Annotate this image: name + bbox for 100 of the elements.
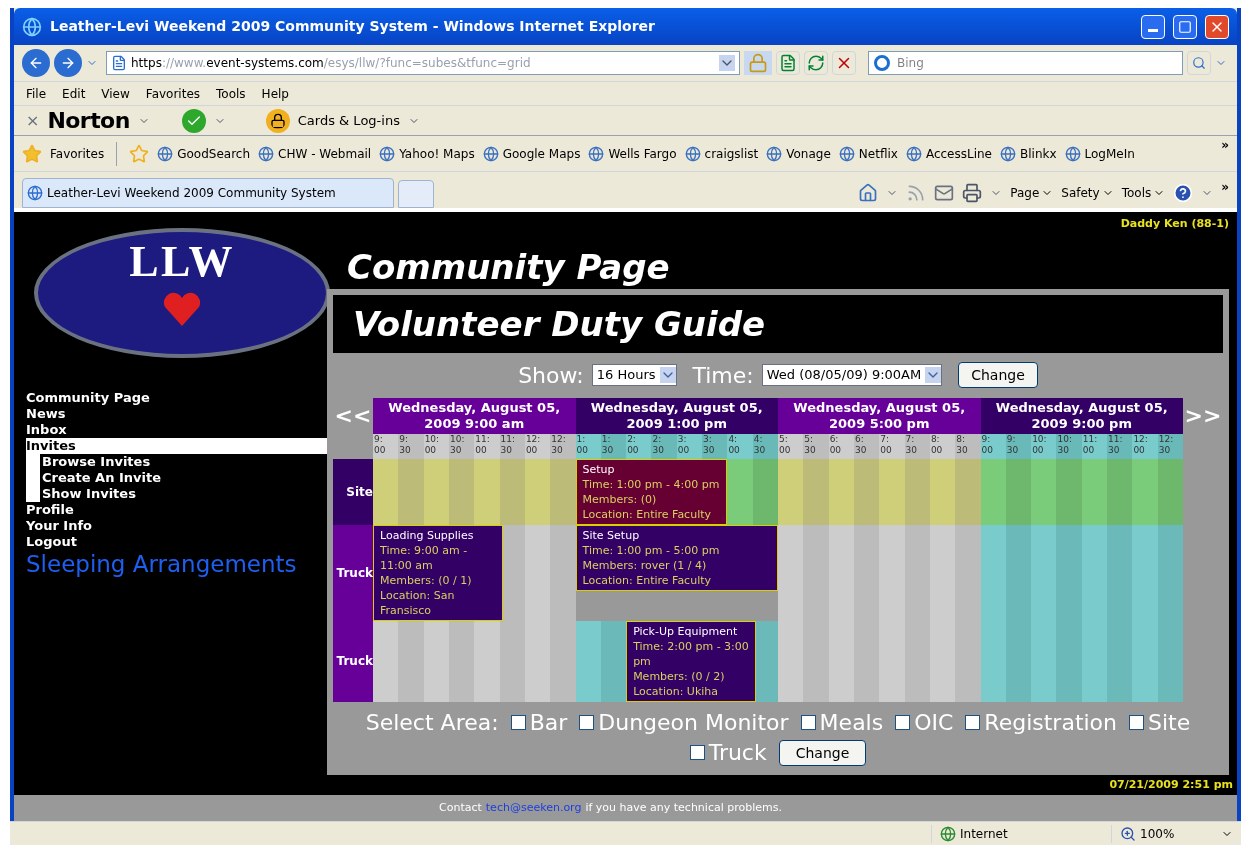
area-label: Truck	[333, 524, 373, 621]
favorite-link[interactable]: Yahoo! Maps	[379, 144, 475, 163]
time-slot-label: 11: 00	[474, 433, 500, 459]
browser-tab[interactable]: Leather-Levi Weekend 2009 Community System	[22, 178, 394, 208]
time-slot-label: 8: 30	[955, 433, 981, 459]
event-detail: Members: (0 / 1)	[380, 572, 473, 588]
event-detail: Location: Entire Faculty	[582, 506, 713, 522]
area-option: Truck	[708, 737, 767, 768]
event-detail: Members: (0)	[582, 491, 658, 507]
favorite-link[interactable]: Wells Fargo	[588, 144, 677, 163]
nav-link[interactable]: Logout	[26, 534, 327, 550]
duty-event[interactable]: Pick-Up Equipment Time: 2:00 pm - 3:00 pm Members: (0 / 2) Location: Ukiha	[626, 620, 757, 702]
time-slot-label: 9: 30	[398, 433, 424, 459]
event-title: Setup	[582, 461, 616, 477]
area-change-button[interactable]: Change	[778, 739, 867, 766]
area-option: Registration	[984, 707, 1118, 738]
nav-link[interactable]: Profile	[26, 502, 327, 518]
day-header: Wednesday, August 05, 2009 1:00 pm	[575, 397, 778, 434]
time-slot-label: 5: 00	[778, 433, 804, 459]
menu-item[interactable]: Favorites	[145, 84, 201, 103]
contact-text: Contact tech@seeken.org if you have any technical problems.	[14, 795, 1237, 821]
menu-item[interactable]: File	[26, 84, 47, 103]
event-time: Time: 1:00 pm - 4:00 pm	[582, 476, 721, 492]
area-option: OIC	[914, 707, 954, 738]
more-chevron[interactable]: »	[1221, 136, 1229, 154]
event-detail: Members: (0 / 2)	[633, 668, 726, 684]
event-time: Time: 2:00 pm - 3:00 pm	[633, 638, 750, 669]
tab-title: Leather-Levi Weekend 2009 Community System	[47, 185, 336, 202]
day-header: Wednesday, August 05, 2009 9:00 am	[373, 397, 576, 434]
time-slot-label: 3: 30	[702, 433, 728, 459]
time-slot-label: 7: 00	[879, 433, 905, 459]
favorite-link[interactable]: Blinkx	[1000, 144, 1057, 163]
area-label: Truck	[333, 620, 373, 702]
window-title: Leather-Levi Weekend 2009 Community System - Windows Internet Explorer	[50, 17, 656, 36]
time-slot-label: 10: 30	[1056, 433, 1082, 459]
event-detail: Location: Entire Faculty	[582, 572, 713, 588]
time-slot-label: 2: 30	[651, 433, 677, 459]
menu-item[interactable]: Help	[261, 84, 289, 103]
cards-menu[interactable]: Cards & Log-ins	[297, 110, 400, 131]
time-label: Time:	[692, 361, 754, 390]
zone-text: Internet	[960, 825, 1008, 843]
page-heading: Community Page	[346, 245, 671, 289]
norton-logo[interactable]: Norton	[47, 104, 130, 137]
nav-link[interactable]: Your Info	[26, 518, 327, 534]
event-detail: Location: Ukiha	[633, 683, 720, 699]
select-area-label: Select Area:	[365, 708, 499, 737]
menu-item[interactable]: Tools	[216, 84, 246, 103]
time-slot-label: 9: 00	[373, 433, 399, 459]
nav-link[interactable]: Inbox	[26, 422, 327, 438]
duty-event[interactable]: Site Setup Time: 1:00 pm - 5:00 pm Members: rover (1 / 4) Location: Entire Faculty	[575, 524, 778, 591]
area-option: Meals	[819, 707, 884, 738]
nav-link[interactable]: Community Page	[26, 390, 327, 406]
area-label: Site	[333, 458, 373, 525]
nav-link[interactable]: Invites	[26, 438, 327, 454]
command-menu[interactable]: Page	[1010, 184, 1054, 202]
zoom-level[interactable]: 100%	[1140, 824, 1175, 843]
command-menu[interactable]: Tools	[1121, 184, 1166, 202]
time-slot-label: 12: 30	[550, 433, 576, 459]
timestamp: 07/21/2009 2:51 pm	[1109, 776, 1234, 793]
time-slot-label: 2: 00	[626, 433, 652, 459]
search-field[interactable]: Bing	[868, 51, 1183, 75]
favorite-link[interactable]: CHW - Webmail	[258, 144, 372, 163]
time-slot-label: 12: 00	[1132, 433, 1158, 459]
toolbar-close[interactable]: ×	[26, 108, 40, 133]
favorite-link[interactable]: AccessLine	[905, 144, 992, 163]
duty-event[interactable]: Setup Time: 1:00 pm - 4:00 pm Members: (0) Location: Entire Faculty	[575, 458, 728, 525]
sleeping-arrangements-link[interactable]: Sleeping Arrangements	[26, 550, 327, 578]
favorite-link[interactable]: craigslist	[684, 144, 759, 163]
event-title: Loading Supplies	[380, 527, 475, 543]
address-field[interactable]: https://www.event-systems.com/esys/llw/?func=subes&tfunc=grid	[106, 51, 740, 75]
event-time: Time: 9:00 am - 11:00 am	[380, 542, 469, 573]
time-slot-label: 4: 00	[727, 433, 753, 459]
day-header: Wednesday, August 05, 2009 9:00 pm	[980, 397, 1183, 434]
menu-item[interactable]: Edit	[62, 84, 86, 103]
logo: LLW	[34, 228, 330, 358]
favorite-link[interactable]: Vonage	[766, 144, 831, 163]
more-chevron[interactable]: »	[1221, 178, 1229, 196]
nav-link[interactable]: News	[26, 406, 327, 422]
favorite-link[interactable]: LogMeIn	[1064, 144, 1135, 163]
area-option: Dungeon Monitor	[598, 707, 789, 738]
area-option: Bar	[529, 707, 568, 738]
time-select[interactable]: Wed (08/05/09) 9:00AM	[761, 364, 943, 386]
user-name: Daddy Ken (88-1)	[1120, 216, 1229, 232]
time-slot-label: 5: 30	[803, 433, 829, 459]
favorite-link[interactable]: Netflix	[838, 144, 898, 163]
command-menu[interactable]: Safety	[1061, 184, 1114, 202]
favorite-link[interactable]: Google Maps	[482, 144, 581, 163]
url-text: https://www.event-systems.com/esys/llw/?func=subes&tfunc=grid	[131, 55, 532, 72]
time-slot-label: 10: 00	[1031, 433, 1057, 459]
area-option: Site	[1148, 707, 1191, 738]
favorites-button[interactable]: Favorites	[50, 144, 105, 163]
change-button[interactable]: Change	[958, 362, 1038, 388]
guide-title: Volunteer Duty Guide	[333, 294, 1223, 353]
menu-item[interactable]: View	[101, 84, 130, 103]
event-detail: Location: San Fransisco	[380, 587, 456, 618]
time-slot-label: 11: 30	[1107, 433, 1133, 459]
day-header: Wednesday, August 05, 2009 5:00 pm	[778, 397, 981, 434]
duty-event[interactable]: Loading Supplies Time: 9:00 am - 11:00 am Members: (0 / 1) Location: San Fransisco	[373, 524, 503, 621]
favorite-link[interactable]: GoodSearch	[157, 144, 251, 163]
hours-select[interactable]: 16 Hours	[591, 364, 677, 386]
